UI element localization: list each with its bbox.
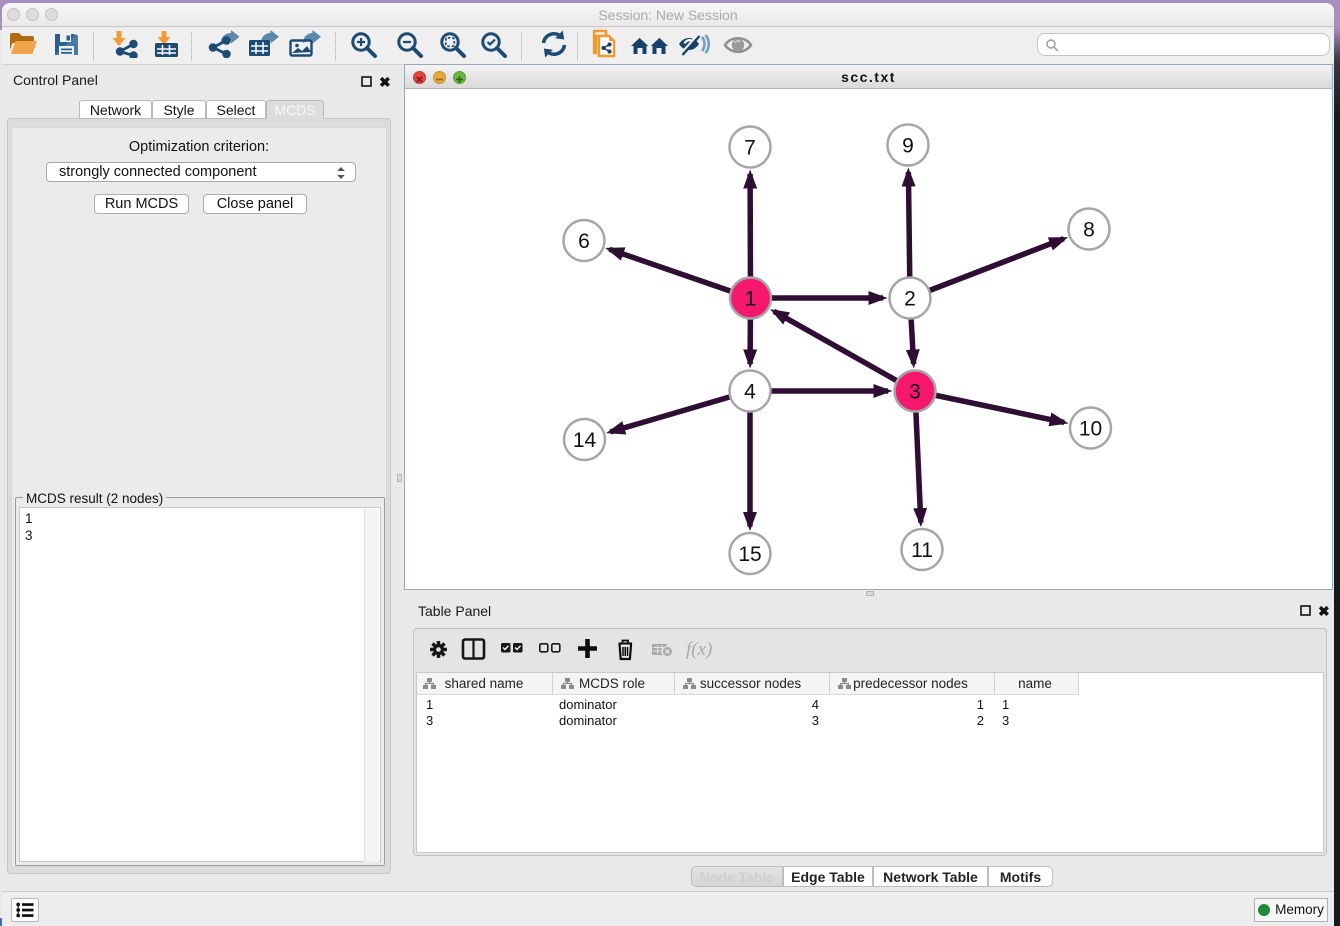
svg-text:7: 7 (744, 137, 756, 160)
svg-text:10: 10 (1079, 418, 1102, 441)
svg-text:11: 11 (911, 539, 933, 562)
svg-text:9: 9 (902, 135, 914, 158)
svg-text:3: 3 (909, 381, 921, 404)
svg-text:8: 8 (1083, 219, 1095, 242)
svg-text:2: 2 (904, 288, 916, 311)
svg-text:4: 4 (744, 381, 756, 404)
svg-text:f(x): f(x) (686, 639, 712, 660)
svg-text:6: 6 (578, 230, 590, 253)
svg-text:1: 1 (745, 288, 757, 311)
svg-text:14: 14 (573, 429, 597, 452)
svg-text:15: 15 (738, 543, 761, 566)
